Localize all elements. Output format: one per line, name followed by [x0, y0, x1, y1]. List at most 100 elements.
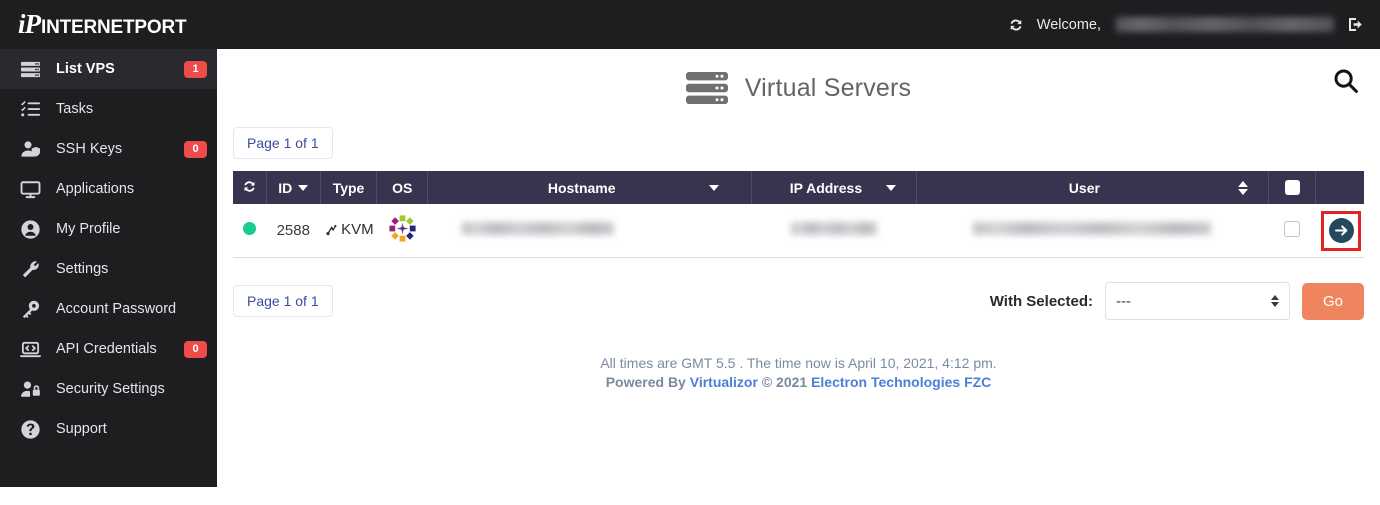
sidebar-item-label: SSH Keys: [56, 141, 123, 157]
sidebar-item-my-profile[interactable]: My Profile: [0, 209, 217, 249]
chevron-down-icon: [298, 184, 309, 191]
virtualization-icon: [326, 223, 339, 236]
task-list-icon: [17, 98, 43, 120]
sidebar-item-security-settings[interactable]: Security Settings: [0, 369, 217, 409]
cell-user: [916, 204, 1269, 258]
column-user[interactable]: User: [916, 171, 1270, 204]
table-row[interactable]: 2588 KVM: [233, 204, 1364, 258]
sidebar-badge-ssh-keys: 0: [184, 140, 207, 158]
user-redacted: [973, 222, 1212, 235]
cell-row-select[interactable]: [1268, 204, 1316, 258]
virtualizor-vps-page: iP INTERNETPORT Welcome, List VPS 1 Task…: [0, 0, 1380, 505]
top-bar: iP INTERNETPORT Welcome,: [0, 0, 1380, 49]
select-all-checkbox[interactable]: [1284, 180, 1300, 195]
cell-id: 2588: [266, 204, 321, 258]
logout-icon[interactable]: [1347, 16, 1364, 33]
sort-updown-icon: [1238, 180, 1249, 195]
footer: All times are GMT 5.5 . The time now is …: [233, 354, 1364, 392]
chevron-down-icon: [709, 184, 720, 191]
sidebar-item-support[interactable]: Support: [0, 409, 217, 449]
sidebar-item-label: Security Settings: [56, 381, 165, 397]
user-shield-icon: [17, 138, 43, 160]
sidebar-item-label: List VPS: [56, 61, 115, 77]
with-selected-label: With Selected:: [989, 292, 1093, 310]
virtualizor-link[interactable]: Virtualizor: [690, 374, 758, 390]
cell-os: [376, 204, 428, 258]
column-label: Hostname: [547, 179, 616, 196]
cell-hostname: [427, 204, 752, 258]
refresh-icon[interactable]: [1008, 17, 1024, 33]
sidebar-item-tasks[interactable]: Tasks: [0, 89, 217, 129]
page-header: Virtual Servers: [217, 49, 1380, 127]
refresh-icon[interactable]: [242, 179, 257, 197]
laptop-code-icon: [17, 338, 43, 360]
server-stack-icon: [17, 58, 43, 80]
action-highlight-box: [1321, 210, 1362, 251]
column-refresh[interactable]: [233, 171, 267, 204]
wrench-icon: [17, 258, 43, 280]
sidebar-item-label: Applications: [56, 181, 135, 197]
user-lock-icon: [17, 378, 43, 400]
welcome-label: Welcome,: [1036, 16, 1101, 33]
sidebar-item-list-vps[interactable]: List VPS 1: [0, 49, 217, 89]
footer-credits-line: Powered By Virtualizor © 2021 Electron T…: [233, 373, 1364, 392]
with-selected-group: With Selected: --- Go: [990, 282, 1364, 320]
column-actions: [1315, 171, 1364, 204]
sidebar: List VPS 1 Tasks SSH Keys 0 Applications…: [0, 49, 217, 487]
arrow-right-circle-icon[interactable]: [1328, 218, 1354, 243]
column-hostname[interactable]: Hostname: [427, 171, 753, 204]
chevron-updown-icon: [1271, 295, 1279, 307]
ip-address-redacted: [790, 222, 877, 235]
sidebar-item-settings[interactable]: Settings: [0, 249, 217, 289]
pagination-top[interactable]: Page 1 of 1: [233, 127, 333, 159]
column-label: IP Address: [789, 179, 863, 196]
main-content: Virtual Servers Page 1 of 1 ID Type OS H…: [217, 49, 1380, 505]
company-link[interactable]: Electron Technologies FZC: [811, 374, 991, 390]
centos-logo-icon: [389, 215, 416, 242]
sidebar-item-label: Tasks: [56, 101, 94, 117]
sidebar-badge-list-vps: 1: [184, 60, 207, 78]
cell-status: [233, 204, 267, 258]
with-selected-value: ---: [1116, 292, 1131, 310]
sidebar-item-api-credentials[interactable]: API Credentials 0: [0, 329, 217, 369]
user-circle-icon: [17, 218, 43, 240]
column-label: ID: [278, 179, 293, 196]
with-selected-select[interactable]: ---: [1105, 282, 1290, 320]
column-label: User: [1068, 179, 1100, 196]
brand-logo[interactable]: iP INTERNETPORT: [0, 9, 218, 40]
chevron-down-icon: [885, 184, 896, 191]
hostname-redacted: [461, 222, 614, 235]
column-os[interactable]: OS: [376, 171, 429, 204]
vps-table: ID Type OS Hostname IP Address User 2588…: [233, 171, 1364, 258]
sidebar-item-ssh-keys[interactable]: SSH Keys 0: [0, 129, 217, 169]
cell-type-label: KVM: [341, 221, 374, 238]
status-online-icon: [243, 222, 257, 235]
column-id[interactable]: ID: [266, 171, 321, 204]
sidebar-item-label: API Credentials: [56, 341, 157, 357]
column-label: OS: [392, 179, 413, 196]
sidebar-badge-api-credentials: 0: [184, 340, 207, 358]
column-ip-address[interactable]: IP Address: [751, 171, 917, 204]
pagination-bottom[interactable]: Page 1 of 1: [233, 285, 333, 317]
question-circle-icon: [17, 418, 43, 440]
footer-time-line: All times are GMT 5.5 . The time now is …: [600, 355, 997, 371]
column-type[interactable]: Type: [320, 171, 378, 204]
footer-copyright: © 2021: [757, 373, 812, 390]
table-header-row: ID Type OS Hostname IP Address User: [233, 171, 1364, 204]
page-title-group: Virtual Servers: [685, 71, 912, 105]
username-redacted: [1116, 17, 1334, 32]
cell-action[interactable]: [1315, 204, 1364, 258]
sidebar-item-label: Support: [56, 421, 107, 437]
table-section: Page 1 of 1 ID Type OS Hostname IP Addre…: [217, 127, 1380, 392]
search-icon[interactable]: [1326, 61, 1366, 101]
sidebar-item-account-password[interactable]: Account Password: [0, 289, 217, 329]
key-icon: [17, 298, 43, 320]
cell-ip-address: [751, 204, 917, 258]
column-select-all[interactable]: [1268, 171, 1316, 204]
row-checkbox[interactable]: [1284, 220, 1300, 237]
top-bar-right: Welcome,: [1008, 16, 1380, 33]
column-label: Type: [332, 179, 365, 196]
go-button[interactable]: Go: [1302, 282, 1364, 320]
brand-logo-mark: iP: [18, 9, 41, 39]
sidebar-item-applications[interactable]: Applications: [0, 169, 217, 209]
